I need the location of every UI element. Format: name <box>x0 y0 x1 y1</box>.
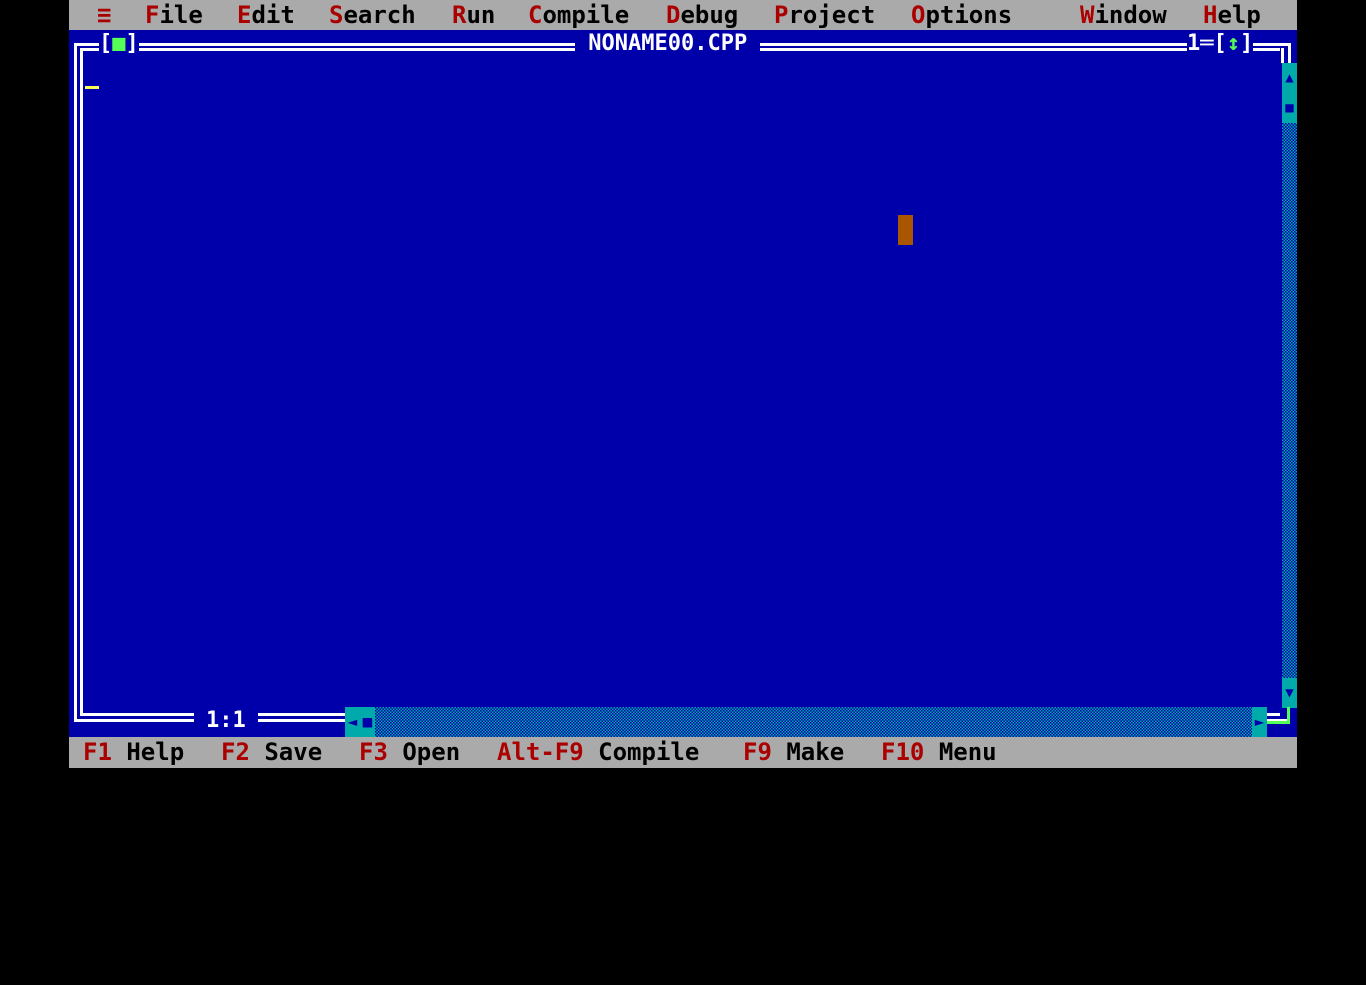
menu-hotkey: W <box>1080 1 1095 29</box>
menu-label: ompile <box>542 1 630 29</box>
vertical-scrollbar[interactable]: ▲ ■ ▼ <box>1282 63 1297 708</box>
menu-hotkey: H <box>1203 1 1218 29</box>
status-altf9-compile[interactable]: Alt-F9 Compile <box>497 737 699 768</box>
menu-hotkey: E <box>237 1 252 29</box>
status-key: F2 <box>221 738 250 766</box>
menu-hotkey: R <box>452 1 467 29</box>
menu-help[interactable]: Help <box>1203 0 1261 30</box>
menu-project[interactable]: Project <box>774 0 875 30</box>
menu-bar: ≡ File Edit Search Run Compile Debug Pro… <box>69 0 1297 30</box>
menu-options[interactable]: Options <box>911 0 1012 30</box>
status-key: Alt-F9 <box>497 738 584 766</box>
horizontal-scrollbar[interactable]: ◄ ■ ► <box>345 707 1267 737</box>
editor-window: [■] NONAME00.CPP 1═[↕] ▲ ■ ▼ 1:1 ◄ ■ ► <box>69 30 1297 737</box>
menu-label: un <box>466 1 496 29</box>
menu-search[interactable]: Search <box>329 0 416 30</box>
close-button[interactable]: [■] <box>99 30 139 58</box>
menu-run[interactable]: Run <box>452 0 495 30</box>
window-title: NONAME00.CPP <box>575 30 761 58</box>
close-icon: ■ <box>112 31 126 56</box>
status-f3-open[interactable]: F3 Open <box>359 737 460 768</box>
window-frame-corner-inner <box>1281 48 1284 63</box>
menu-label: roject <box>788 1 876 29</box>
cursor-position: 1:1 <box>194 706 258 736</box>
status-f1-help[interactable]: F1 Help <box>83 737 184 768</box>
menu-label: indow <box>1094 1 1167 29</box>
menu-label: earch <box>343 1 416 29</box>
scroll-left-icon[interactable]: ◄ <box>345 707 360 737</box>
status-label: Menu <box>938 738 997 766</box>
menu-hotkey: P <box>774 1 789 29</box>
resize-handle-v <box>1287 707 1290 724</box>
menu-hotkey: C <box>528 1 543 29</box>
menu-label: ile <box>159 1 203 29</box>
status-label: Open <box>402 738 461 766</box>
system-menu-icon[interactable]: ≡ <box>97 0 111 30</box>
zoom-icon: ↕ <box>1226 31 1240 56</box>
menu-label: elp <box>1217 1 1261 29</box>
menu-label: ebug <box>680 1 739 29</box>
scroll-right-icon[interactable]: ► <box>1252 707 1267 737</box>
status-label: Save <box>264 738 323 766</box>
scroll-down-icon[interactable]: ▼ <box>1282 678 1297 708</box>
scroll-up-icon[interactable]: ▲ <box>1282 63 1297 93</box>
resize-handle-icon[interactable] <box>1267 707 1297 737</box>
zoom-button[interactable]: [↕] <box>1214 31 1254 56</box>
menu-label: dit <box>251 1 295 29</box>
status-key: F9 <box>743 738 772 766</box>
ide-screen: ≡ File Edit Search Run Compile Debug Pro… <box>69 0 1297 768</box>
resize-handle-h <box>1267 721 1289 724</box>
window-number-area: 1═[↕] <box>1187 30 1254 58</box>
status-label: Help <box>126 738 185 766</box>
status-key: F3 <box>359 738 388 766</box>
status-f9-make[interactable]: F9 Make <box>743 737 844 768</box>
menu-debug[interactable]: Debug <box>666 0 738 30</box>
status-key: F1 <box>83 738 112 766</box>
file-name: NONAME00.CPP <box>588 31 748 56</box>
menu-label: ptions <box>925 1 1013 29</box>
window-frame-corner <box>1288 43 1291 63</box>
status-f10-menu[interactable]: F10 Menu <box>881 737 997 768</box>
status-bar: F1 Help F2 Save F3 Open Alt-F9 Compile F… <box>69 737 1297 768</box>
menu-hotkey: D <box>666 1 681 29</box>
horizontal-scroll-thumb[interactable]: ■ <box>360 707 375 737</box>
status-key: F10 <box>881 738 925 766</box>
vertical-scroll-thumb[interactable]: ■ <box>1282 93 1297 123</box>
window-number: 1 <box>1187 31 1201 56</box>
menu-compile[interactable]: Compile <box>528 0 629 30</box>
menu-hotkey: F <box>145 1 160 29</box>
menu-window[interactable]: Window <box>1080 0 1167 30</box>
status-label: Make <box>786 738 845 766</box>
menu-hotkey: O <box>911 1 926 29</box>
status-f2-save[interactable]: F2 Save <box>221 737 322 768</box>
editor-text-area[interactable] <box>83 66 1279 706</box>
menu-edit[interactable]: Edit <box>237 0 295 30</box>
menu-file[interactable]: File <box>145 0 203 30</box>
status-label: Compile <box>598 738 700 766</box>
menu-hotkey: S <box>329 1 344 29</box>
